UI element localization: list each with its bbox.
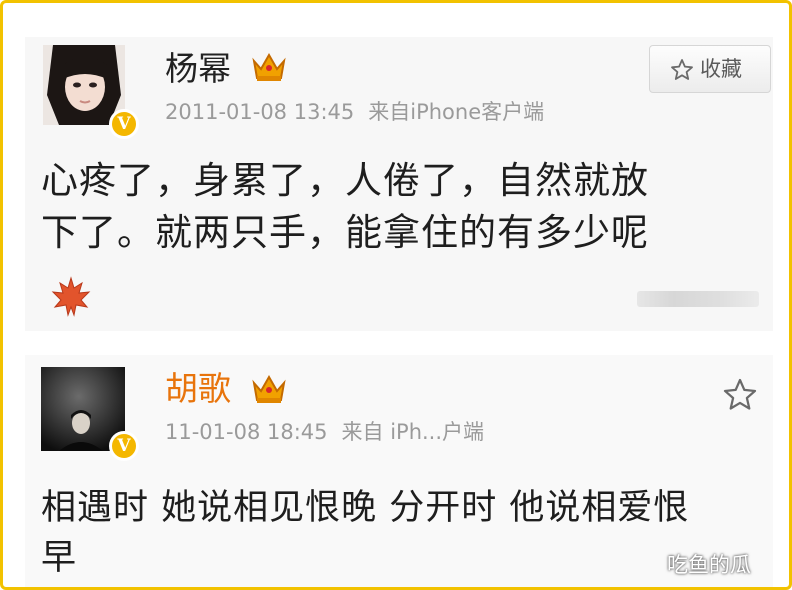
blurred-text <box>637 291 759 307</box>
post-content: 心疼了，身累了，人倦了，自然就放 下了。就两只手，能拿住的有多少呢 <box>41 155 771 259</box>
post-content: 相遇时 她说相见恨晚 分开时 他说相爱恨 早 <box>41 483 761 583</box>
crown-icon <box>251 51 287 83</box>
favorite-label: 收藏 <box>700 57 742 81</box>
weibo-post-card: V 杨幂 2011-01-08 13:45 来自iPhone客户端 收藏 心疼了，… <box>25 37 773 331</box>
crown-icon <box>251 373 287 405</box>
username[interactable]: 杨幂 <box>165 49 231 89</box>
verified-badge-icon: V <box>109 109 139 139</box>
verified-badge-icon: V <box>109 431 139 461</box>
timestamp[interactable]: 11-01-08 18:45 <box>165 420 328 444</box>
watermark: 吃鱼的瓜 <box>667 553 751 577</box>
post-content-line: 心疼了，身累了，人倦了，自然就放 <box>41 159 649 202</box>
post-source: 来自 iPh...户端 <box>341 420 485 444</box>
post-content-line: 相遇时 她说相见恨晚 分开时 他说相爱恨 <box>41 488 690 528</box>
star-icon[interactable] <box>721 377 759 413</box>
post-content-line: 早 <box>41 538 78 578</box>
star-icon <box>671 59 693 80</box>
post-meta: 2011-01-08 13:45 来自iPhone客户端 <box>165 99 544 125</box>
screenshot-frame: V 杨幂 2011-01-08 13:45 来自iPhone客户端 收藏 心疼了，… <box>0 0 792 590</box>
maple-leaf-icon <box>49 275 93 319</box>
username[interactable]: 胡歌 <box>165 369 231 409</box>
timestamp[interactable]: 2011-01-08 13:45 <box>165 100 354 124</box>
post-meta: 11-01-08 18:45 来自 iPh...户端 <box>165 419 484 445</box>
post-source: 来自iPhone客户端 <box>368 100 545 124</box>
post-content-line: 下了。就两只手，能拿住的有多少呢 <box>41 211 649 254</box>
favorite-button[interactable]: 收藏 <box>649 45 771 93</box>
weibo-post-card: V 胡歌 11-01-08 18:45 来自 iPh...户端 相遇时 她说相见恨… <box>25 355 773 587</box>
